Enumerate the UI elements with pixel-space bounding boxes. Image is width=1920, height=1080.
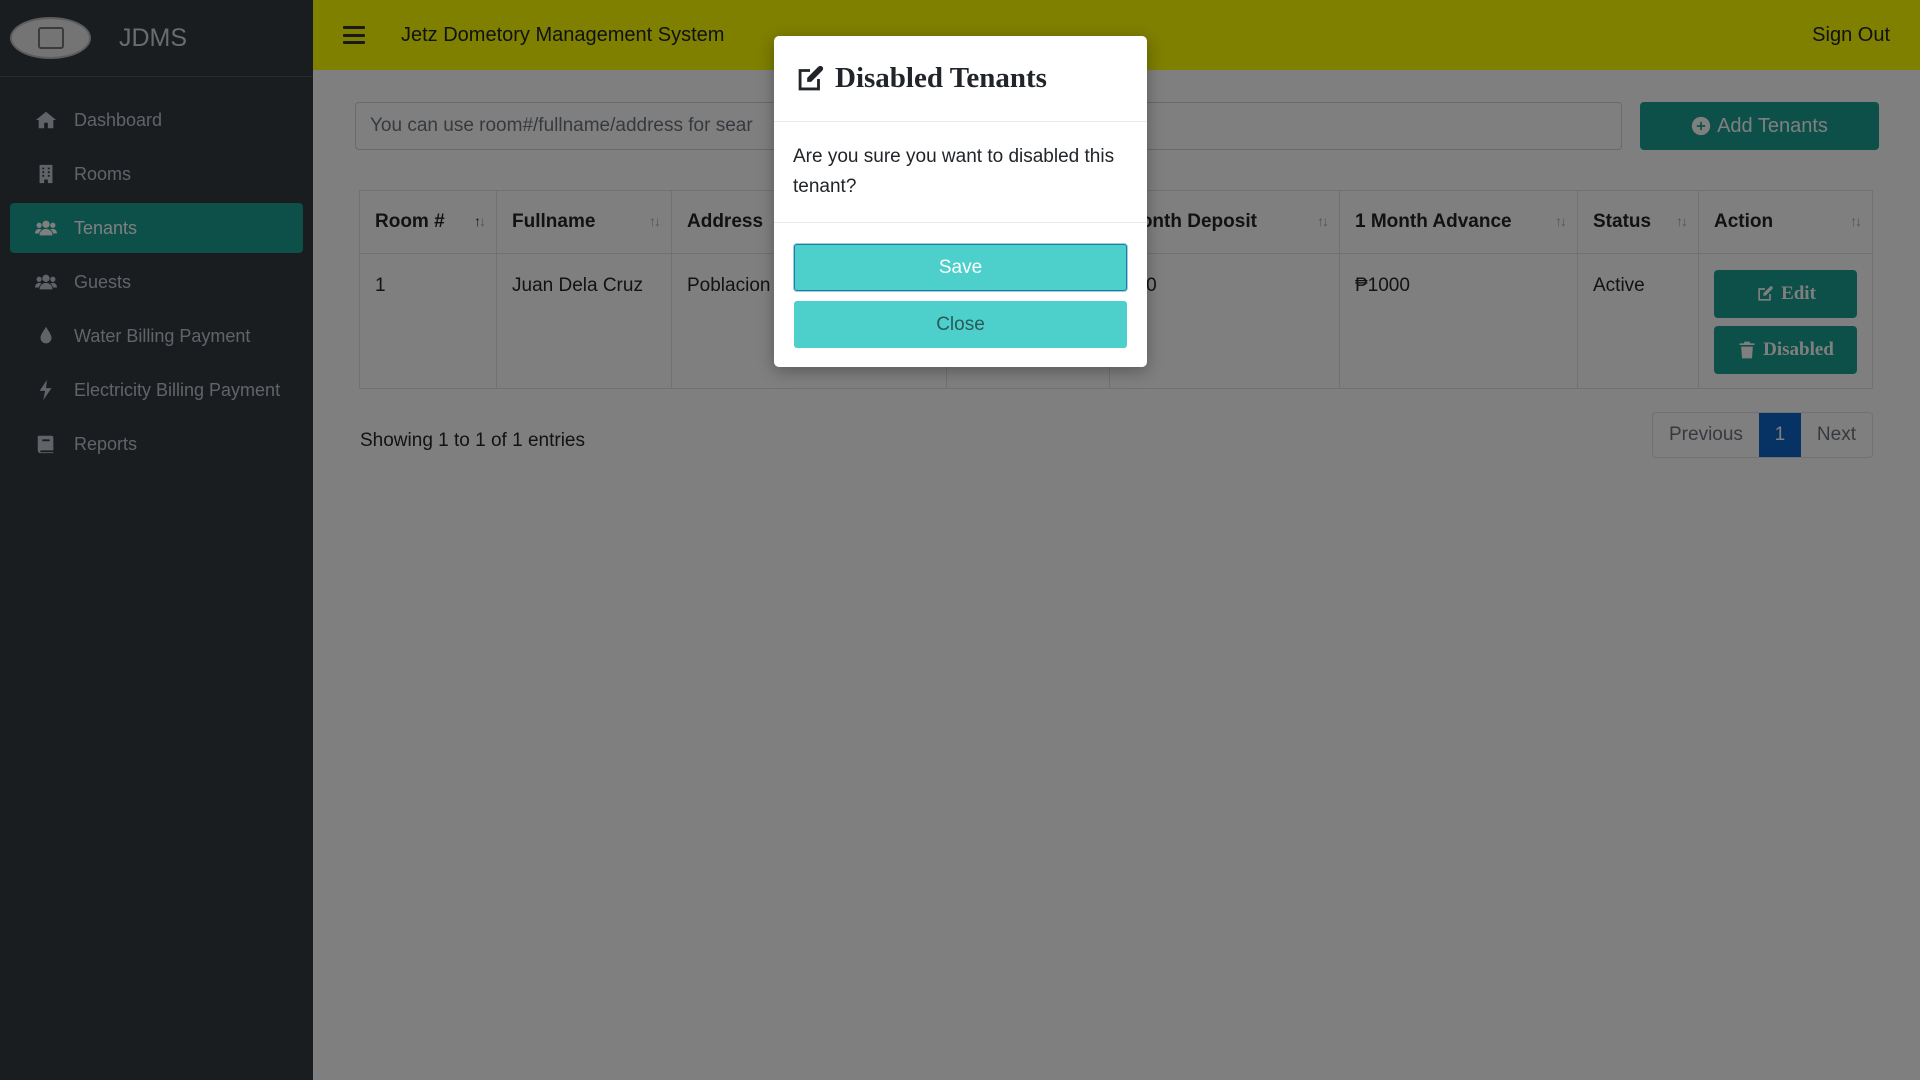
modal-message: Are you sure you want to disabled this t… (774, 122, 1147, 223)
disable-tenant-modal: Disabled Tenants Are you sure you want t… (774, 36, 1147, 367)
edit-icon (798, 65, 824, 90)
save-button[interactable]: Save (794, 244, 1127, 291)
modal-header: Disabled Tenants (774, 36, 1147, 122)
modal-footer: Save Close (774, 223, 1147, 369)
close-button[interactable]: Close (794, 301, 1127, 348)
modal-title: Disabled Tenants (835, 62, 1047, 94)
